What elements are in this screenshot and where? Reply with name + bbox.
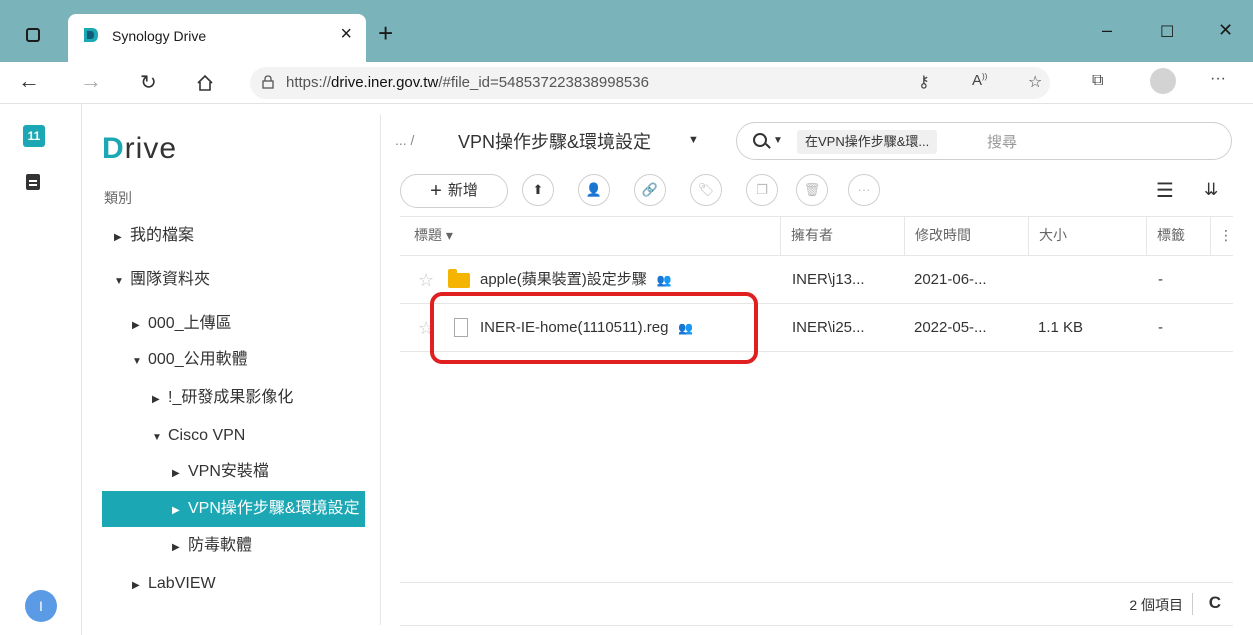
close-window-icon[interactable]: ✕ xyxy=(1218,20,1233,41)
synology-drive-app: 11 I Drive 類別 ▶ 我的檔案 ▼ 團隊資料夾 ▶ 000_上傳區 ▼ 000… xyxy=(0,104,1253,635)
drive-logo: Drive xyxy=(102,132,178,165)
tab-actions-icon[interactable] xyxy=(26,28,40,42)
category-label: 類別 xyxy=(104,190,132,206)
user-avatar[interactable]: I xyxy=(25,590,57,622)
column-size[interactable]: 大小 xyxy=(1028,217,1146,255)
row-size: 1.1 KB xyxy=(1038,319,1084,336)
tree-item-vpn-steps[interactable]: ▶ VPN操作步驟&環境設定 xyxy=(102,491,365,527)
column-tags[interactable]: 標籤 xyxy=(1146,217,1210,255)
tree-item-vpn-installer[interactable]: ▶ VPN安裝檔 xyxy=(102,454,269,490)
forward-icon[interactable]: → xyxy=(80,68,102,94)
new-button[interactable]: + 新增 xyxy=(400,174,508,208)
tree-item-labview[interactable]: ▶ LabVIEW xyxy=(102,566,216,602)
read-aloud-icon[interactable]: A)) xyxy=(972,72,987,89)
back-icon[interactable]: ← xyxy=(18,68,40,94)
plus-icon: + xyxy=(430,180,442,202)
minimize-icon[interactable]: – xyxy=(1102,20,1112,41)
tree-item-rd-imaging[interactable]: ▶ !_研發成果影像化 xyxy=(102,380,293,416)
maximize-icon[interactable]: ☐ xyxy=(1160,22,1174,42)
column-modified[interactable]: 修改時間 xyxy=(904,217,1028,255)
sidebar: Drive 類別 ▶ 我的檔案 ▼ 團隊資料夾 ▶ 000_上傳區 ▼ 000_公用軟體… xyxy=(82,104,382,635)
key-icon[interactable]: ⚷ xyxy=(918,72,930,92)
collections-icon[interactable]: ⧉ xyxy=(1092,72,1103,90)
table-header: 標題 ▾ 擁有者 修改時間 大小 標籤 ⋮ xyxy=(400,216,1233,256)
share-user-icon[interactable]: 👤 xyxy=(578,174,610,206)
footer-divider xyxy=(1192,593,1193,615)
synology-drive-icon xyxy=(84,28,98,42)
calendar-icon[interactable]: 11 xyxy=(23,125,45,147)
table-footer: 2 個項目 C xyxy=(400,582,1233,626)
add-favorite-icon[interactable]: ☆ xyxy=(1028,72,1042,92)
search-icon[interactable] xyxy=(753,133,767,147)
more-icon[interactable]: ··· xyxy=(1210,70,1226,88)
url-text: https://drive.iner.gov.tw/#file_id=54853… xyxy=(286,74,649,91)
upload-icon[interactable]: ⬆ xyxy=(522,174,554,206)
tree-item-public-software[interactable]: ▼ 000_公用軟體 xyxy=(102,342,248,378)
document-icon[interactable] xyxy=(26,174,40,190)
column-options-icon[interactable]: ⋮ xyxy=(1210,217,1233,255)
search-caret-icon[interactable]: ▼ xyxy=(773,135,783,146)
tree-item-antivirus[interactable]: ▶ 防毒軟體 xyxy=(102,528,252,564)
copy-icon[interactable]: ❐ xyxy=(746,174,778,206)
home-icon[interactable] xyxy=(196,74,214,92)
tree-item-upload[interactable]: ▶ 000_上傳區 xyxy=(102,306,232,342)
new-tab-button[interactable]: + xyxy=(378,18,393,49)
more-actions-icon[interactable]: ··· xyxy=(848,174,880,206)
search-scope[interactable]: 在VPN操作步驟&環... xyxy=(797,130,938,154)
url-field[interactable]: https://drive.iner.gov.tw/#file_id=54853… xyxy=(250,67,1050,99)
sort-icon[interactable]: ⇊ xyxy=(1204,180,1218,200)
row-owner: INER\i25... xyxy=(792,319,865,336)
tree-item-team-folders[interactable]: ▼ 團隊資料夾 xyxy=(102,262,210,298)
browser-titlebar: Synology Drive × + – ☐ ✕ xyxy=(0,0,1253,62)
delete-icon[interactable]: 🗑 xyxy=(796,174,828,206)
tag-icon[interactable]: 🏷 xyxy=(690,174,722,206)
main-panel: ... / VPN操作步驟&環境設定 ▼ ▼ 在VPN操作步驟&環... +新增… xyxy=(395,104,1253,635)
left-rail: 11 I xyxy=(0,104,82,635)
lock-icon xyxy=(262,75,274,89)
row-modified: 2021-06-... xyxy=(914,271,987,288)
tab-close-icon[interactable]: × xyxy=(340,23,352,46)
column-owner[interactable]: 擁有者 xyxy=(780,217,904,255)
address-bar: ← → ↻ https://drive.iner.gov.tw/#file_id… xyxy=(0,62,1253,104)
search-box[interactable]: ▼ 在VPN操作步驟&環... xyxy=(736,122,1232,160)
link-icon[interactable]: 🔗 xyxy=(634,174,666,206)
breadcrumb-parent[interactable]: ... / xyxy=(395,132,414,148)
search-input[interactable] xyxy=(987,131,1207,153)
list-view-icon[interactable]: ☰ xyxy=(1156,178,1174,203)
refresh-icon[interactable]: C xyxy=(1209,593,1221,613)
profile-avatar[interactable] xyxy=(1150,68,1176,94)
folder-icon xyxy=(448,269,470,288)
row-tags: - xyxy=(1158,271,1163,288)
highlight-annotation xyxy=(430,292,758,364)
tab-synology-drive[interactable]: Synology Drive × xyxy=(68,14,366,62)
breadcrumb-title[interactable]: VPN操作步驟&環境設定 xyxy=(458,128,651,154)
refresh-page-icon[interactable]: ↻ xyxy=(140,70,157,95)
row-modified: 2022-05-... xyxy=(914,319,987,336)
item-count: 2 個項目 xyxy=(1129,597,1183,613)
breadcrumb-caret-icon[interactable]: ▼ xyxy=(688,134,699,146)
tree-item-my-files[interactable]: ▶ 我的檔案 xyxy=(102,218,194,254)
row-tags: - xyxy=(1158,319,1163,336)
tab-title: Synology Drive xyxy=(112,28,207,44)
tree-item-cisco-vpn[interactable]: ▼ Cisco VPN xyxy=(102,418,245,454)
column-title[interactable]: 標題 ▾ xyxy=(400,217,780,255)
panel-divider xyxy=(380,114,381,625)
row-owner: INER\j13... xyxy=(792,271,865,288)
